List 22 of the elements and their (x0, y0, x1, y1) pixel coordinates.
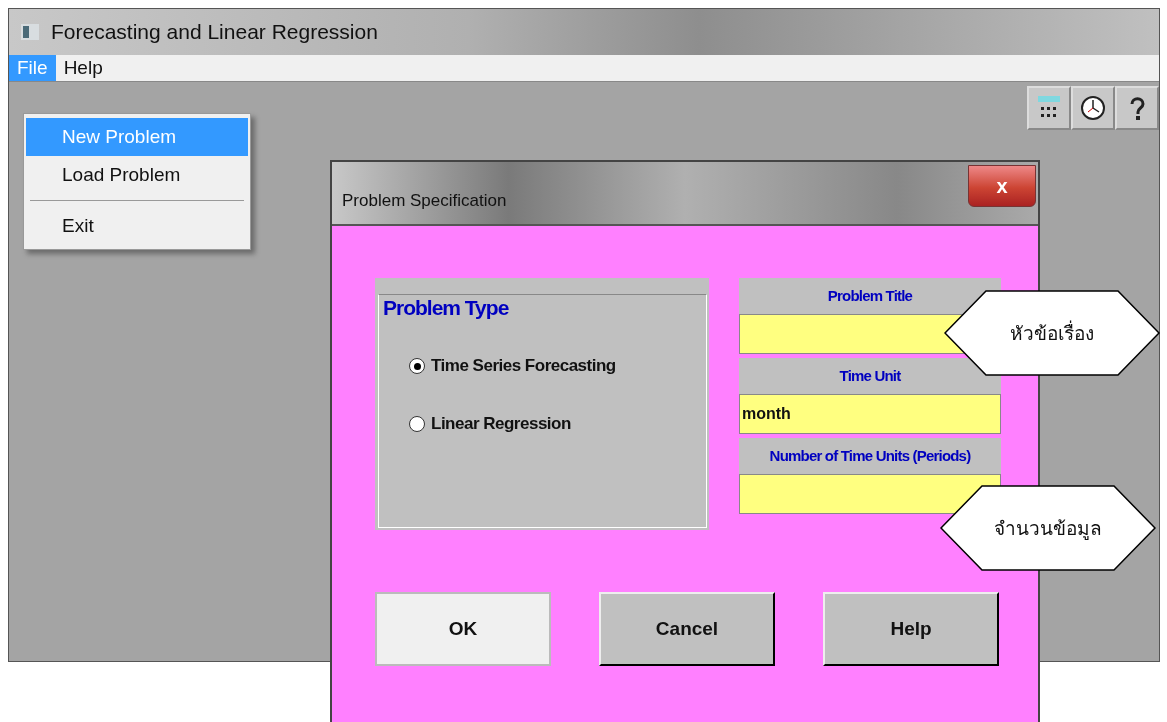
app-icon (21, 24, 39, 40)
dialog-button[interactable]: OK (375, 592, 551, 666)
dialog-title: Problem Specification (342, 191, 507, 211)
radio-option[interactable]: Time Series Forecasting (409, 356, 709, 376)
calculator-icon[interactable] (1027, 86, 1071, 130)
dialog-button[interactable]: Help (823, 592, 999, 666)
dialog-button[interactable]: Cancel (599, 592, 775, 666)
callout-tooltip-text: จำนวนข้อมูล (994, 516, 1102, 542)
field-label: Problem Title (739, 278, 1001, 314)
menu-item[interactable]: Help (55, 55, 111, 81)
input-field[interactable] (739, 474, 1001, 514)
callout-tooltip-text: หัวข้อเรื่อง (1010, 319, 1094, 346)
close-button[interactable]: x (968, 165, 1036, 207)
field-label: Time Unit (739, 358, 1001, 394)
clock-icon[interactable] (1071, 86, 1115, 130)
menu-item[interactable]: Exit (26, 207, 248, 245)
menu-item[interactable]: Load Problem (26, 156, 248, 194)
radio-option[interactable]: Linear Regression (409, 414, 709, 434)
help-icon[interactable] (1115, 86, 1159, 130)
window-title: Forecasting and Linear Regression (51, 20, 378, 44)
field-label: Number of Time Units (Periods) (739, 438, 1001, 474)
input-field[interactable]: month (739, 394, 1001, 434)
